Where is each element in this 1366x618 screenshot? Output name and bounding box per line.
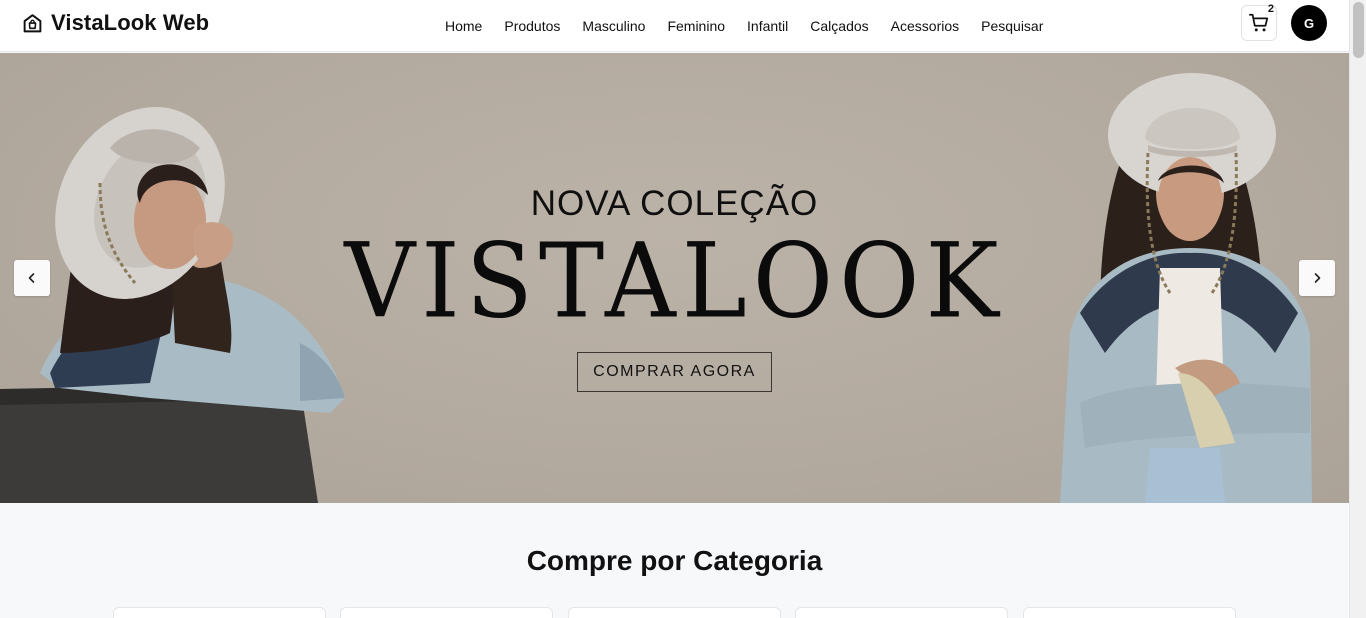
- nav-feminino[interactable]: Feminino: [656, 18, 736, 34]
- category-card[interactable]: [340, 607, 553, 618]
- carousel-next-button[interactable]: [1299, 260, 1335, 296]
- cart-icon: [1248, 13, 1269, 32]
- cart-count-badge: 2: [1267, 3, 1274, 15]
- nav-infantil[interactable]: Infantil: [736, 18, 799, 34]
- nav-home[interactable]: Home: [434, 18, 493, 34]
- page-scrollbar[interactable]: [1349, 0, 1366, 618]
- site-header: VistaLook Web Home Produtos Masculino Fe…: [0, 0, 1349, 52]
- hero-title: VISTALOOK: [344, 222, 1005, 342]
- scrollbar-thumb[interactable]: [1353, 2, 1364, 58]
- category-card[interactable]: [1023, 607, 1236, 618]
- carousel-prev-button[interactable]: [14, 260, 50, 296]
- page-content: VistaLook Web Home Produtos Masculino Fe…: [0, 0, 1349, 618]
- cart-button[interactable]: 2: [1241, 3, 1277, 41]
- chevron-right-icon: [1314, 273, 1321, 283]
- nav-masculino[interactable]: Masculino: [571, 18, 656, 34]
- categories-title: Compre por Categoria: [526, 545, 823, 576]
- brand-name: VistaLook Web: [51, 10, 210, 35]
- nav-pesquisar[interactable]: Pesquisar: [970, 18, 1054, 34]
- category-card[interactable]: [568, 607, 781, 618]
- nav-acessorios[interactable]: Acessorios: [880, 18, 970, 34]
- chevron-left-icon: [28, 273, 35, 283]
- home-bag-icon: [23, 13, 42, 32]
- category-card[interactable]: [795, 607, 1008, 618]
- nav-calcados[interactable]: Calçados: [799, 18, 879, 34]
- user-avatar[interactable]: G: [1291, 5, 1327, 41]
- hero-banner: NOVA COLEÇÃO VISTALOOK COMPRAR AGORA: [0, 53, 1349, 503]
- shop-now-button[interactable]: COMPRAR AGORA: [577, 352, 772, 392]
- nav-produtos[interactable]: Produtos: [493, 18, 571, 34]
- category-card[interactable]: [113, 607, 326, 618]
- main-nav: Home Produtos Masculino Feminino Infanti…: [434, 0, 1054, 52]
- brand-link[interactable]: VistaLook Web: [22, 10, 209, 36]
- hero-eyebrow: NOVA COLEÇÃO: [530, 184, 819, 223]
- page: VistaLook Web Home Produtos Masculino Fe…: [0, 0, 1366, 618]
